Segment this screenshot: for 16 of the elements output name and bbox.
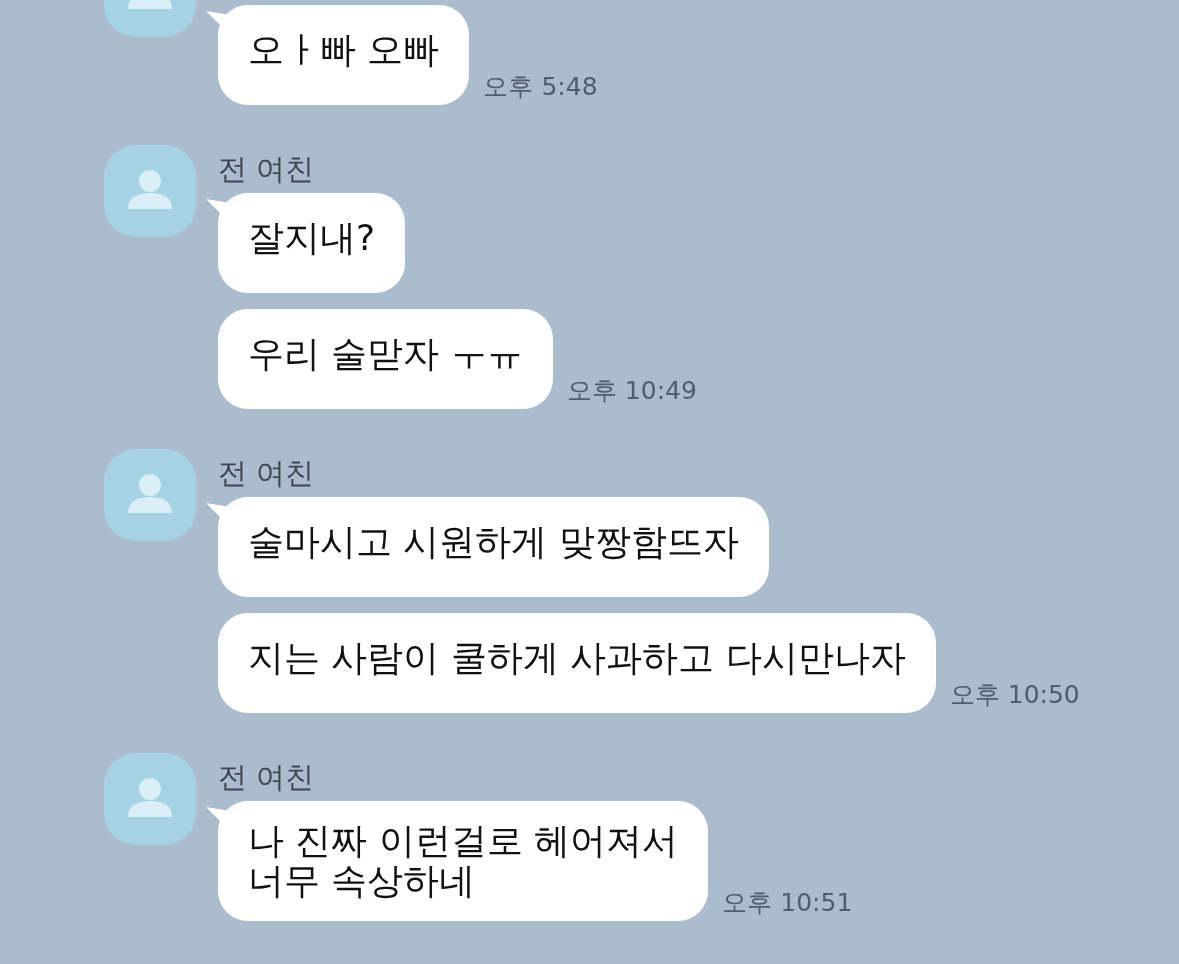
avatar-icon	[104, 753, 196, 845]
sender-name: 전 여친	[218, 455, 316, 491]
sender-name: 전 여친	[218, 759, 316, 795]
message-bubble: 지는 사람이 쿨하게 사과하고 다시만나자	[218, 613, 936, 713]
avatar-icon	[104, 449, 196, 541]
message-time: 오후 5:48	[483, 71, 598, 103]
message-time: 오후 10:50	[949, 679, 1080, 711]
message-bubble: 우리 술맏자 ㅜㅠ	[218, 309, 553, 409]
message-time: 오후 10:49	[566, 375, 697, 407]
message-time: 오후 10:51	[722, 887, 853, 919]
sender-name: 전 여친	[218, 151, 316, 187]
avatar-icon	[104, 145, 196, 237]
message-bubble: 술마시고 시원하게 맞짱함뜨자	[218, 497, 769, 597]
message-bubble: 나 진짜 이런걸로 헤어져서 너무 속상하네	[218, 801, 709, 921]
message-bubble: 잘지내?	[218, 193, 406, 293]
message-bubble: 오ㅏ빠 오빠	[218, 5, 470, 105]
